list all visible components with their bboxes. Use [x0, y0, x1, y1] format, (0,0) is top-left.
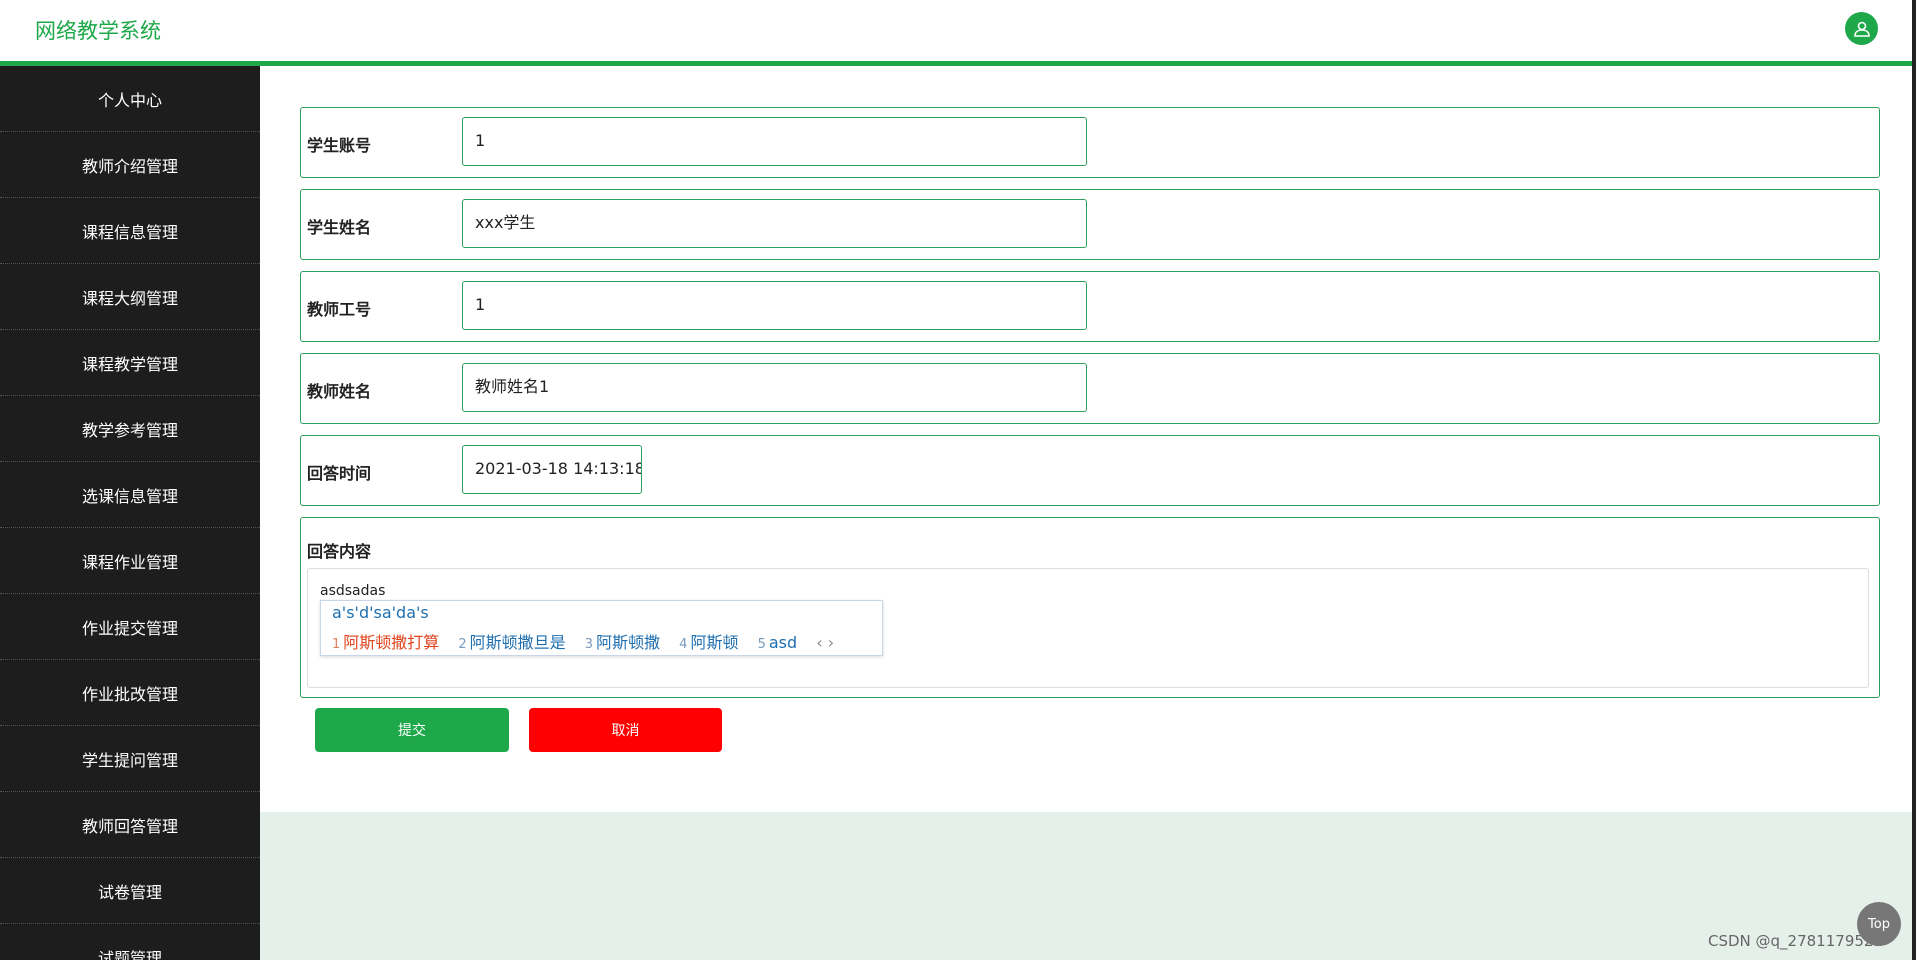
- sidebar-item-course-outline[interactable]: 课程大纲管理: [0, 264, 260, 330]
- ime-candidate[interactable]: 2 阿斯顿撒旦是: [458, 633, 565, 652]
- ime-candidate[interactable]: 1 阿斯顿撒打算: [332, 633, 439, 652]
- sidebar: 个人中心 教师介绍管理 课程信息管理 课程大纲管理 课程教学管理 教学参考管理 …: [0, 66, 260, 960]
- form-row-student-name: 学生姓名 xxx学生: [300, 189, 1880, 260]
- app-title: 网络教学系统: [35, 19, 161, 43]
- submit-button[interactable]: 提交: [315, 708, 509, 752]
- page-background: [260, 812, 1912, 960]
- ime-page-nav[interactable]: ‹ ›: [816, 633, 834, 652]
- watermark: CSDN @q_2781179521: [1708, 932, 1883, 950]
- ime-candidate-popup: a's'd'sa'da's 1 阿斯顿撒打算 2 阿斯顿撒旦是 3 阿斯顿撒 4 阿斯顿…: [320, 600, 883, 656]
- sidebar-item-homework-grading[interactable]: 作业批改管理: [0, 660, 260, 726]
- sidebar-item-homework-submission[interactable]: 作业提交管理: [0, 594, 260, 660]
- sidebar-item-course-teaching[interactable]: 课程教学管理: [0, 330, 260, 396]
- sidebar-item-student-questions[interactable]: 学生提问管理: [0, 726, 260, 792]
- form-row-teacher-name: 教师姓名 教师姓名1: [300, 353, 1880, 424]
- teacher-name-input[interactable]: 教师姓名1: [462, 363, 1087, 412]
- header: 网络教学系统: [0, 0, 1912, 61]
- sidebar-item-teacher-answers[interactable]: 教师回答管理: [0, 792, 260, 858]
- ime-candidate[interactable]: 3 阿斯顿撒: [585, 633, 660, 652]
- sidebar-item-teacher-intro[interactable]: 教师介绍管理: [0, 132, 260, 198]
- sidebar-item-course-selection[interactable]: 选课信息管理: [0, 462, 260, 528]
- ime-pinyin: a's'd'sa'da's: [332, 603, 429, 622]
- field-label: 回答时间: [307, 464, 372, 483]
- answer-time-input[interactable]: 2021-03-18 14:13:18: [462, 445, 642, 494]
- student-name-input[interactable]: xxx学生: [462, 199, 1087, 248]
- sidebar-item-teaching-reference[interactable]: 教学参考管理: [0, 396, 260, 462]
- sidebar-item-exam-questions[interactable]: 试题管理: [0, 924, 260, 960]
- user-avatar-icon[interactable]: [1845, 12, 1878, 45]
- field-label: 学生姓名: [307, 218, 372, 237]
- field-label: 教师姓名: [307, 382, 372, 401]
- field-label: 学生账号: [307, 136, 372, 155]
- sidebar-item-course-info[interactable]: 课程信息管理: [0, 198, 260, 264]
- ime-candidate[interactable]: 4 阿斯顿: [679, 633, 738, 652]
- student-account-input[interactable]: 1: [462, 117, 1087, 166]
- teacher-id-input[interactable]: 1: [462, 281, 1087, 330]
- back-to-top-button[interactable]: Top: [1857, 902, 1901, 946]
- form-row-answer-time: 回答时间 2021-03-18 14:13:18: [300, 435, 1880, 506]
- form-row-student-account: 学生账号 1: [300, 107, 1880, 178]
- sidebar-item-homework[interactable]: 课程作业管理: [0, 528, 260, 594]
- field-label: 教师工号: [307, 300, 372, 319]
- sidebar-item-exam-papers[interactable]: 试卷管理: [0, 858, 260, 924]
- sidebar-item-personal-center[interactable]: 个人中心: [0, 66, 260, 132]
- form-row-teacher-id: 教师工号 1: [300, 271, 1880, 342]
- window-edge: [1912, 0, 1916, 960]
- ime-candidate[interactable]: 5 asd: [758, 633, 798, 652]
- cancel-button[interactable]: 取消: [529, 708, 722, 752]
- field-label: 回答内容: [307, 542, 372, 561]
